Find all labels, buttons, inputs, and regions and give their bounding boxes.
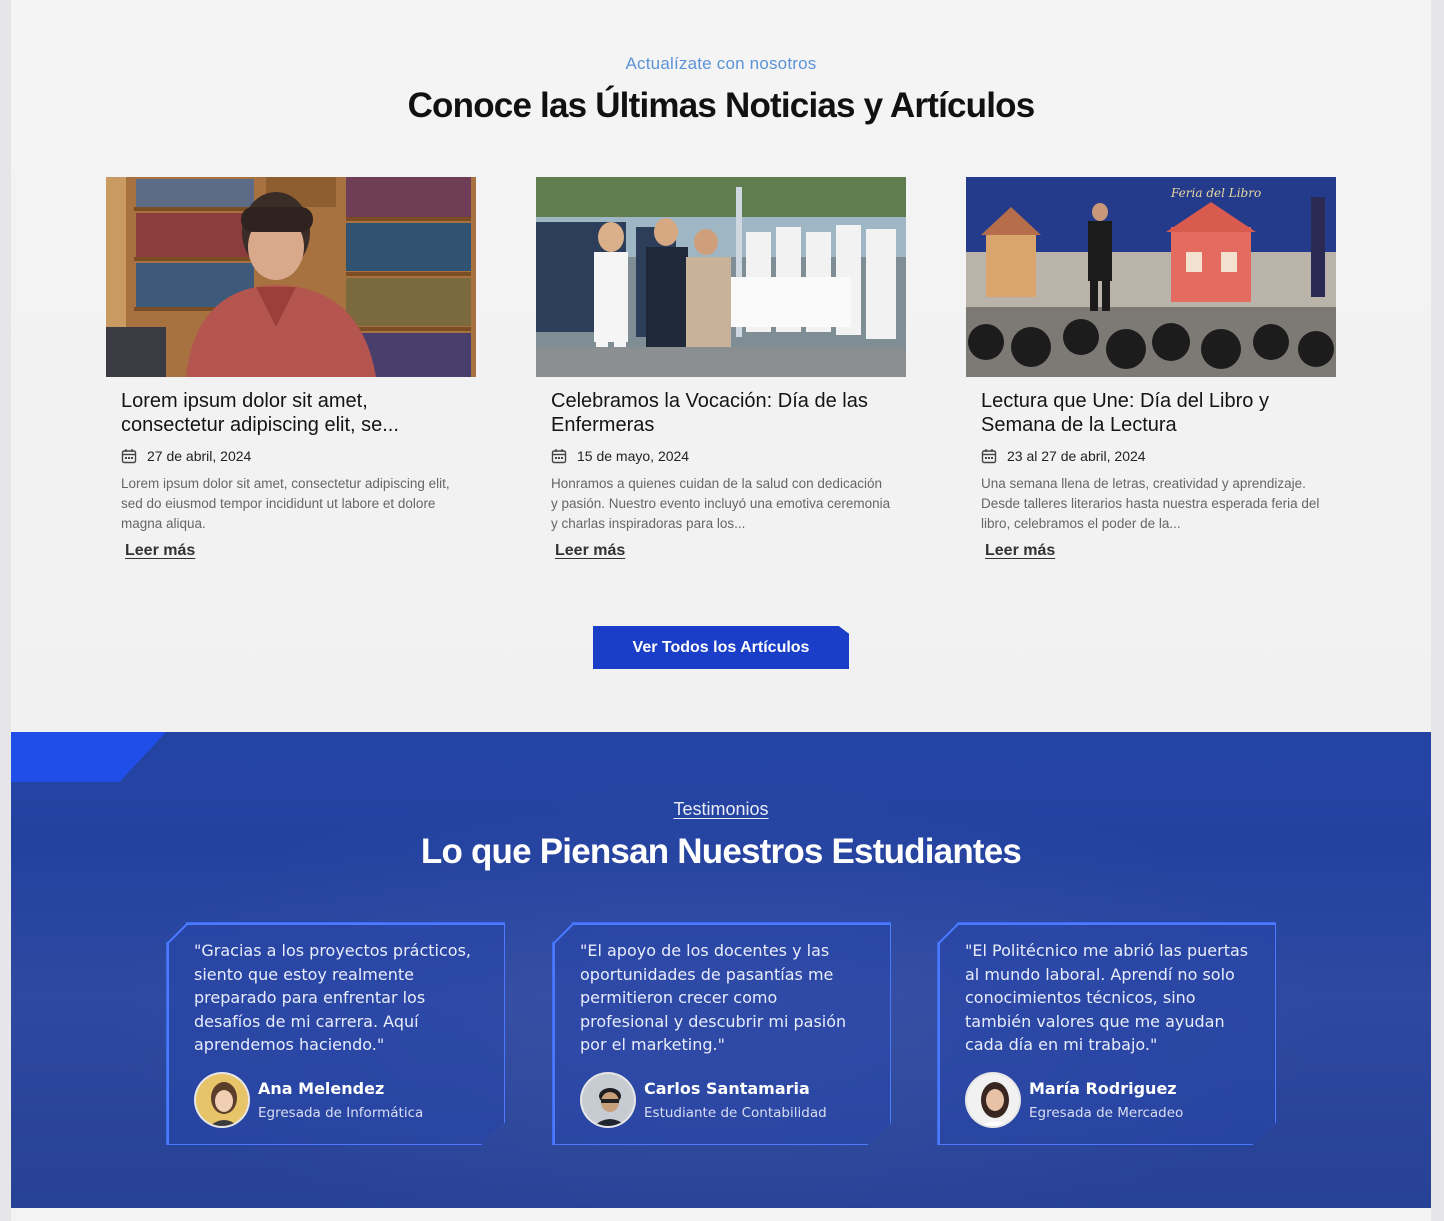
read-more-link[interactable]: Leer más (985, 542, 1055, 560)
article-date-text: 23 al 27 de abril, 2024 (1007, 448, 1146, 464)
article-card[interactable]: Lorem ipsum dolor sit amet, consectetur … (106, 177, 476, 560)
article-excerpt: Lorem ipsum dolor sit amet, consectetur … (121, 476, 450, 531)
corner-accent (11, 732, 166, 782)
testimonial-author: Ana Melendez Egresada de Informática (194, 1072, 423, 1128)
author-name: María Rodriguez (1029, 1079, 1177, 1098)
testimonial-quote: "El Politécnico me abrió las puertas al … (965, 941, 1249, 1055)
news-eyebrow: Actualízate con nosotros (625, 54, 817, 73)
testimonials-eyebrow[interactable]: Testimonios (11, 799, 1431, 820)
avatar (580, 1072, 636, 1128)
article-date-text: 15 de mayo, 2024 (577, 448, 690, 464)
article-title[interactable]: Lorem ipsum dolor sit amet, consectetur … (121, 389, 461, 437)
news-title: Conoce las Últimas Noticias y Artículos (407, 86, 1036, 125)
read-more-link[interactable]: Leer más (555, 542, 625, 560)
testimonial-quote: "Gracias a los proyectos prácticos, sien… (194, 941, 471, 1055)
calendar-icon (981, 449, 997, 464)
article-date: 15 de mayo, 2024 (551, 446, 891, 466)
calendar-icon (121, 449, 137, 464)
testimonial-card: "El Politécnico me abrió las puertas al … (937, 922, 1276, 1145)
article-date-text: 27 de abril, 2024 (147, 448, 252, 464)
article-card[interactable]: Feria del Libro Lectura que Une: Día del… (966, 177, 1336, 560)
article-image[interactable] (106, 177, 476, 377)
article-title[interactable]: Celebramos la Vocación: Día de las Enfer… (551, 389, 891, 437)
article-excerpt: Honramos a quienes cuidan de la salud co… (551, 476, 891, 531)
read-more-link[interactable]: Leer más (125, 542, 195, 560)
view-all-articles-button[interactable]: Ver Todos los Artículos (593, 626, 849, 669)
testimonial-card: "Gracias a los proyectos prácticos, sien… (166, 922, 505, 1145)
avatar (965, 1072, 1021, 1128)
author-name: Carlos Santamaria (644, 1079, 810, 1098)
article-image[interactable]: Feria del Libro (966, 177, 1336, 377)
avatar (194, 1072, 250, 1128)
article-title[interactable]: Lectura que Une: Día del Libro y Semana … (981, 389, 1321, 437)
testimonials-title: Lo que Piensan Nuestros Estudiantes (420, 832, 1022, 871)
testimonials-section: Testimonios Lo que Piensan Nuestros Estu… (11, 732, 1431, 1208)
news-section: Actualízate con nosotros Conoce las Últi… (11, 0, 1431, 732)
author-role: Estudiante de Contabilidad (644, 1105, 827, 1121)
page: Actualízate con nosotros Conoce las Últi… (11, 0, 1431, 1221)
article-excerpt: Una semana llena de letras, creatividad … (981, 476, 1320, 531)
author-role: Egresada de Informática (258, 1105, 424, 1121)
article-image[interactable] (536, 177, 906, 377)
testimonial-author: María Rodriguez Egresada de Mercadeo (965, 1072, 1183, 1128)
article-card[interactable]: Celebramos la Vocación: Día de las Enfer… (536, 177, 906, 560)
calendar-icon (551, 449, 567, 464)
article-date: 27 de abril, 2024 (121, 446, 461, 466)
svg-text:Feria del Libro: Feria del Libro (1170, 186, 1261, 200)
testimonial-card: "El apoyo de los docentes y las oportuni… (552, 922, 891, 1145)
author-role: Egresada de Mercadeo (1029, 1105, 1184, 1121)
article-date: 23 al 27 de abril, 2024 (981, 446, 1321, 466)
testimonial-author: Carlos Santamaria Estudiante de Contabil… (580, 1072, 827, 1128)
author-name: Ana Melendez (258, 1079, 385, 1098)
testimonial-quote: "El apoyo de los docentes y las oportuni… (580, 941, 847, 1055)
